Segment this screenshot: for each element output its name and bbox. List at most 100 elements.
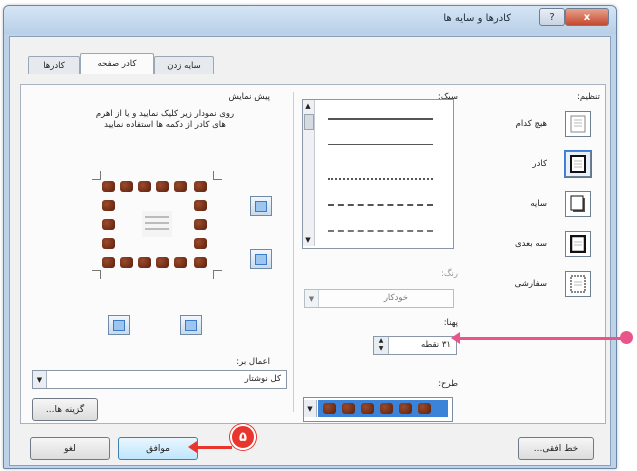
apply-to-heading: اعمال بر: xyxy=(236,357,270,367)
apple-icon xyxy=(102,238,115,249)
setting-none-button[interactable] xyxy=(565,111,591,137)
setting-shadow-label: سایه xyxy=(530,199,547,209)
apple-icon xyxy=(194,200,207,211)
color-value: خودکار xyxy=(383,293,408,303)
step-arrow-line xyxy=(196,446,232,449)
scroll-down-arrow-icon[interactable]: ▼ xyxy=(304,236,312,244)
options-button[interactable]: گزینه ها... xyxy=(32,398,98,421)
preview-heading: پیش نمایش xyxy=(228,92,270,102)
top-border-button[interactable] xyxy=(250,196,272,216)
custom-border-icon xyxy=(570,275,586,293)
close-icon: x xyxy=(583,11,591,23)
setting-box-label: کادر xyxy=(532,159,547,169)
preview-page[interactable] xyxy=(92,171,222,279)
title-bar: ? x کادرها و سایه ها xyxy=(4,6,616,34)
apple-icon xyxy=(120,257,133,268)
scroll-up-arrow-icon[interactable]: ▲ xyxy=(304,102,312,110)
style-line-dashed[interactable] xyxy=(328,204,433,206)
apple-icon xyxy=(156,181,169,192)
style-list-scrollbar[interactable]: ▲ ▼ xyxy=(303,100,315,246)
art-selected-apples xyxy=(318,400,448,417)
help-button[interactable]: ? xyxy=(539,8,565,26)
style-line-solid-thick[interactable] xyxy=(328,118,433,120)
apple-icon xyxy=(174,181,187,192)
dialog-title: کادرها و سایه ها xyxy=(443,13,511,24)
apple-icon xyxy=(174,257,187,268)
color-heading: رنگ: xyxy=(441,269,458,279)
width-spinner[interactable]: ▲ ▼ ۳۱ نقطه xyxy=(373,336,457,355)
apple-icon xyxy=(194,181,207,192)
borders-dialog: ? x کادرها و سایه ها کادرها کادر صفحه سا… xyxy=(3,5,617,469)
apple-icon xyxy=(194,238,207,249)
style-line-dash-dot[interactable] xyxy=(328,230,433,232)
question-icon: ? xyxy=(549,11,555,23)
apple-icon xyxy=(138,257,151,268)
apple-icon xyxy=(342,403,355,414)
left-border-button[interactable] xyxy=(108,315,130,335)
chevron-down-icon: ▼ xyxy=(33,371,47,388)
spin-arrows-icon[interactable]: ▲ ▼ xyxy=(374,337,389,354)
chevron-down-icon: ▼ xyxy=(305,290,319,307)
cancel-button[interactable]: لغو xyxy=(30,437,110,460)
tab-page-border[interactable]: کادر صفحه xyxy=(80,53,154,74)
cancel-label: لغو xyxy=(64,443,76,454)
art-dropdown-arrow[interactable]: ▼ xyxy=(304,400,317,417)
width-value: ۳۱ نقطه xyxy=(420,340,451,350)
setting-none-label: هیچ کدام xyxy=(515,119,547,129)
3d-box-icon xyxy=(570,235,586,253)
corner-mark xyxy=(213,270,222,279)
callout-line xyxy=(458,337,623,340)
apple-icon xyxy=(399,403,412,414)
apple-icon xyxy=(102,219,115,230)
tab-shading[interactable]: کادرها xyxy=(28,56,80,74)
tab-label: سایه زدن xyxy=(167,60,201,71)
horizontal-line-label: خط افقی... xyxy=(533,443,579,454)
callout-arrow-head xyxy=(451,332,460,344)
apple-icon xyxy=(418,403,431,414)
bottom-border-icon xyxy=(255,253,267,265)
chevron-down-icon: ▼ xyxy=(304,400,317,417)
setting-heading: تنظیم: xyxy=(577,92,600,102)
corner-mark xyxy=(92,270,101,279)
close-button[interactable]: x xyxy=(565,8,609,26)
style-line-dotted[interactable] xyxy=(328,178,433,180)
corner-mark xyxy=(213,171,222,180)
setting-shadow-button[interactable] xyxy=(565,191,591,217)
shadow-icon xyxy=(570,195,585,212)
options-label: گزینه ها... xyxy=(45,404,85,415)
apple-icon xyxy=(120,181,133,192)
apple-icon xyxy=(361,403,374,414)
tab-borders[interactable]: سایه زدن xyxy=(154,56,214,74)
page-icon xyxy=(570,115,586,133)
color-dropdown[interactable]: ▼ خودکار xyxy=(304,289,454,308)
step-badge: ۵ xyxy=(230,424,256,450)
apple-icon xyxy=(194,219,207,230)
art-dropdown[interactable]: ▼ xyxy=(303,397,453,422)
horizontal-line-button[interactable]: خط افقی... xyxy=(518,437,594,460)
step-arrow-head xyxy=(188,441,197,453)
apply-to-value: کل نوشتار xyxy=(244,374,281,384)
left-border-icon xyxy=(113,319,125,331)
right-border-button[interactable] xyxy=(180,315,202,335)
apple-icon xyxy=(380,403,393,414)
scroll-thumb[interactable] xyxy=(304,114,314,130)
apple-icon xyxy=(102,181,115,192)
right-border-icon xyxy=(185,319,197,331)
setting-custom-button[interactable] xyxy=(565,271,591,297)
style-line-solid-thin[interactable] xyxy=(328,144,433,145)
apple-icon xyxy=(194,257,207,268)
ok-button[interactable]: موافق xyxy=(118,437,198,460)
tab-label: کادرها xyxy=(43,60,65,71)
setting-box-button[interactable] xyxy=(564,150,592,178)
style-list[interactable]: ▲ ▼ xyxy=(302,99,454,249)
bottom-border-button[interactable] xyxy=(250,249,272,269)
apply-to-dropdown[interactable]: ▼ کل نوشتار xyxy=(32,370,287,389)
apple-icon xyxy=(102,257,115,268)
box-icon xyxy=(570,155,586,173)
apple-icon xyxy=(102,200,115,211)
setting-3d-button[interactable] xyxy=(565,231,591,257)
callout-dot xyxy=(620,331,633,344)
preview-instructions: روی نمودار زیر کلیک نمایید و یا از اهرم … xyxy=(95,109,235,130)
setting-3d-label: سه بعدی xyxy=(515,239,547,249)
corner-mark xyxy=(92,171,101,180)
